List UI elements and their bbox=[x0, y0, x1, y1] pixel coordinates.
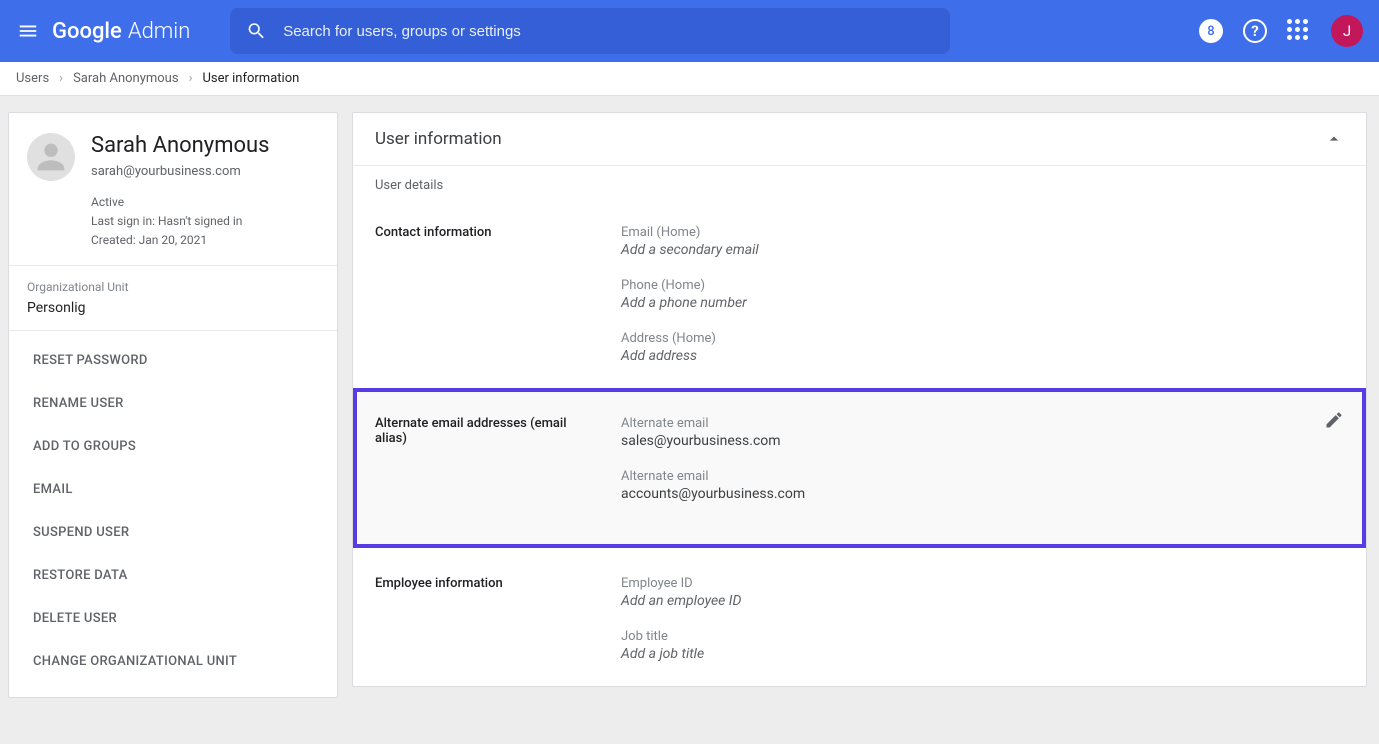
apps-grid-icon[interactable] bbox=[1287, 19, 1311, 43]
header-icons: 8 ? J bbox=[1199, 15, 1363, 47]
user-sidebar: Sarah Anonymous sarah@yourbusiness.com A… bbox=[8, 112, 338, 698]
user-email: sarah@yourbusiness.com bbox=[91, 164, 270, 179]
chevron-right-icon: › bbox=[189, 71, 193, 86]
profile-avatar[interactable]: J bbox=[1331, 15, 1363, 47]
alt-email-1-value: sales@yourbusiness.com bbox=[621, 433, 1344, 449]
account-badge-icon[interactable]: 8 bbox=[1199, 19, 1223, 43]
org-unit-value: Personlig bbox=[27, 300, 319, 316]
alt-email-2-label: Alternate email bbox=[621, 469, 1344, 484]
user-status: Active bbox=[91, 193, 270, 212]
email-button[interactable]: EMAIL bbox=[9, 468, 337, 511]
breadcrumb-user[interactable]: Sarah Anonymous bbox=[73, 71, 179, 86]
user-name: Sarah Anonymous bbox=[91, 133, 270, 158]
user-card: Sarah Anonymous sarah@yourbusiness.com A… bbox=[9, 113, 337, 266]
delete-user-button[interactable]: DELETE USER bbox=[9, 597, 337, 640]
breadcrumb-users[interactable]: Users bbox=[16, 71, 49, 86]
phone-home-value[interactable]: Add a phone number bbox=[621, 295, 1344, 311]
employee-info-section: Employee information Employee ID Add an … bbox=[353, 548, 1366, 686]
suspend-user-button[interactable]: SUSPEND USER bbox=[9, 511, 337, 554]
job-title-label: Job title bbox=[621, 629, 1344, 644]
chevron-right-icon: › bbox=[59, 71, 63, 86]
logo-google-text: Google bbox=[52, 19, 122, 44]
breadcrumb: Users › Sarah Anonymous › User informati… bbox=[0, 62, 1379, 96]
address-home-label: Address (Home) bbox=[621, 331, 1344, 346]
contact-info-label: Contact information bbox=[375, 225, 621, 364]
phone-home-label: Phone (Home) bbox=[621, 278, 1344, 293]
alias-section[interactable]: Alternate email addresses (email alias) … bbox=[375, 416, 1344, 502]
app-header: Google Admin 8 ? J bbox=[0, 0, 1379, 62]
hamburger-menu-icon[interactable] bbox=[16, 19, 40, 43]
contact-info-section: Contact information Email (Home) Add a s… bbox=[353, 197, 1366, 388]
main-panel: User information User details Contact in… bbox=[352, 112, 1367, 687]
user-avatar-icon bbox=[27, 133, 75, 181]
page-title: User information bbox=[375, 129, 502, 149]
collapse-icon[interactable] bbox=[1324, 129, 1344, 149]
alias-section-highlight: Alternate email addresses (email alias) … bbox=[353, 388, 1366, 548]
breadcrumb-current: User information bbox=[202, 71, 299, 86]
pencil-icon[interactable] bbox=[1324, 410, 1344, 434]
alt-email-2-value: accounts@yourbusiness.com bbox=[621, 486, 1344, 502]
employee-id-label: Employee ID bbox=[621, 576, 1344, 591]
add-to-groups-button[interactable]: ADD TO GROUPS bbox=[9, 425, 337, 468]
change-org-unit-button[interactable]: CHANGE ORGANIZATIONAL UNIT bbox=[9, 640, 337, 683]
help-icon[interactable]: ? bbox=[1243, 19, 1267, 43]
app-logo[interactable]: Google Admin bbox=[52, 19, 190, 44]
search-icon bbox=[246, 20, 267, 42]
user-created: Created: Jan 20, 2021 bbox=[91, 231, 270, 250]
rename-user-button[interactable]: RENAME USER bbox=[9, 382, 337, 425]
address-home-value[interactable]: Add address bbox=[621, 348, 1344, 364]
search-input[interactable] bbox=[283, 23, 934, 40]
section-subtitle: User details bbox=[353, 166, 1366, 197]
reset-password-button[interactable]: RESET PASSWORD bbox=[9, 339, 337, 382]
alias-label: Alternate email addresses (email alias) bbox=[375, 416, 621, 502]
email-home-value[interactable]: Add a secondary email bbox=[621, 242, 1344, 258]
sidebar-actions: RESET PASSWORD RENAME USER ADD TO GROUPS… bbox=[9, 331, 337, 697]
search-bar[interactable] bbox=[230, 8, 950, 54]
alt-email-1-label: Alternate email bbox=[621, 416, 1344, 431]
main-header: User information bbox=[353, 113, 1366, 166]
email-home-label: Email (Home) bbox=[621, 225, 1344, 240]
job-title-value[interactable]: Add a job title bbox=[621, 646, 1344, 662]
employee-info-label: Employee information bbox=[375, 576, 621, 662]
employee-id-value[interactable]: Add an employee ID bbox=[621, 593, 1344, 609]
org-unit-section: Organizational Unit Personlig bbox=[9, 266, 337, 331]
user-last-signin: Last sign in: Hasn't signed in bbox=[91, 212, 270, 231]
org-unit-label: Organizational Unit bbox=[27, 280, 319, 294]
content-area: Sarah Anonymous sarah@yourbusiness.com A… bbox=[0, 96, 1379, 744]
logo-admin-text: Admin bbox=[128, 19, 191, 44]
restore-data-button[interactable]: RESTORE DATA bbox=[9, 554, 337, 597]
